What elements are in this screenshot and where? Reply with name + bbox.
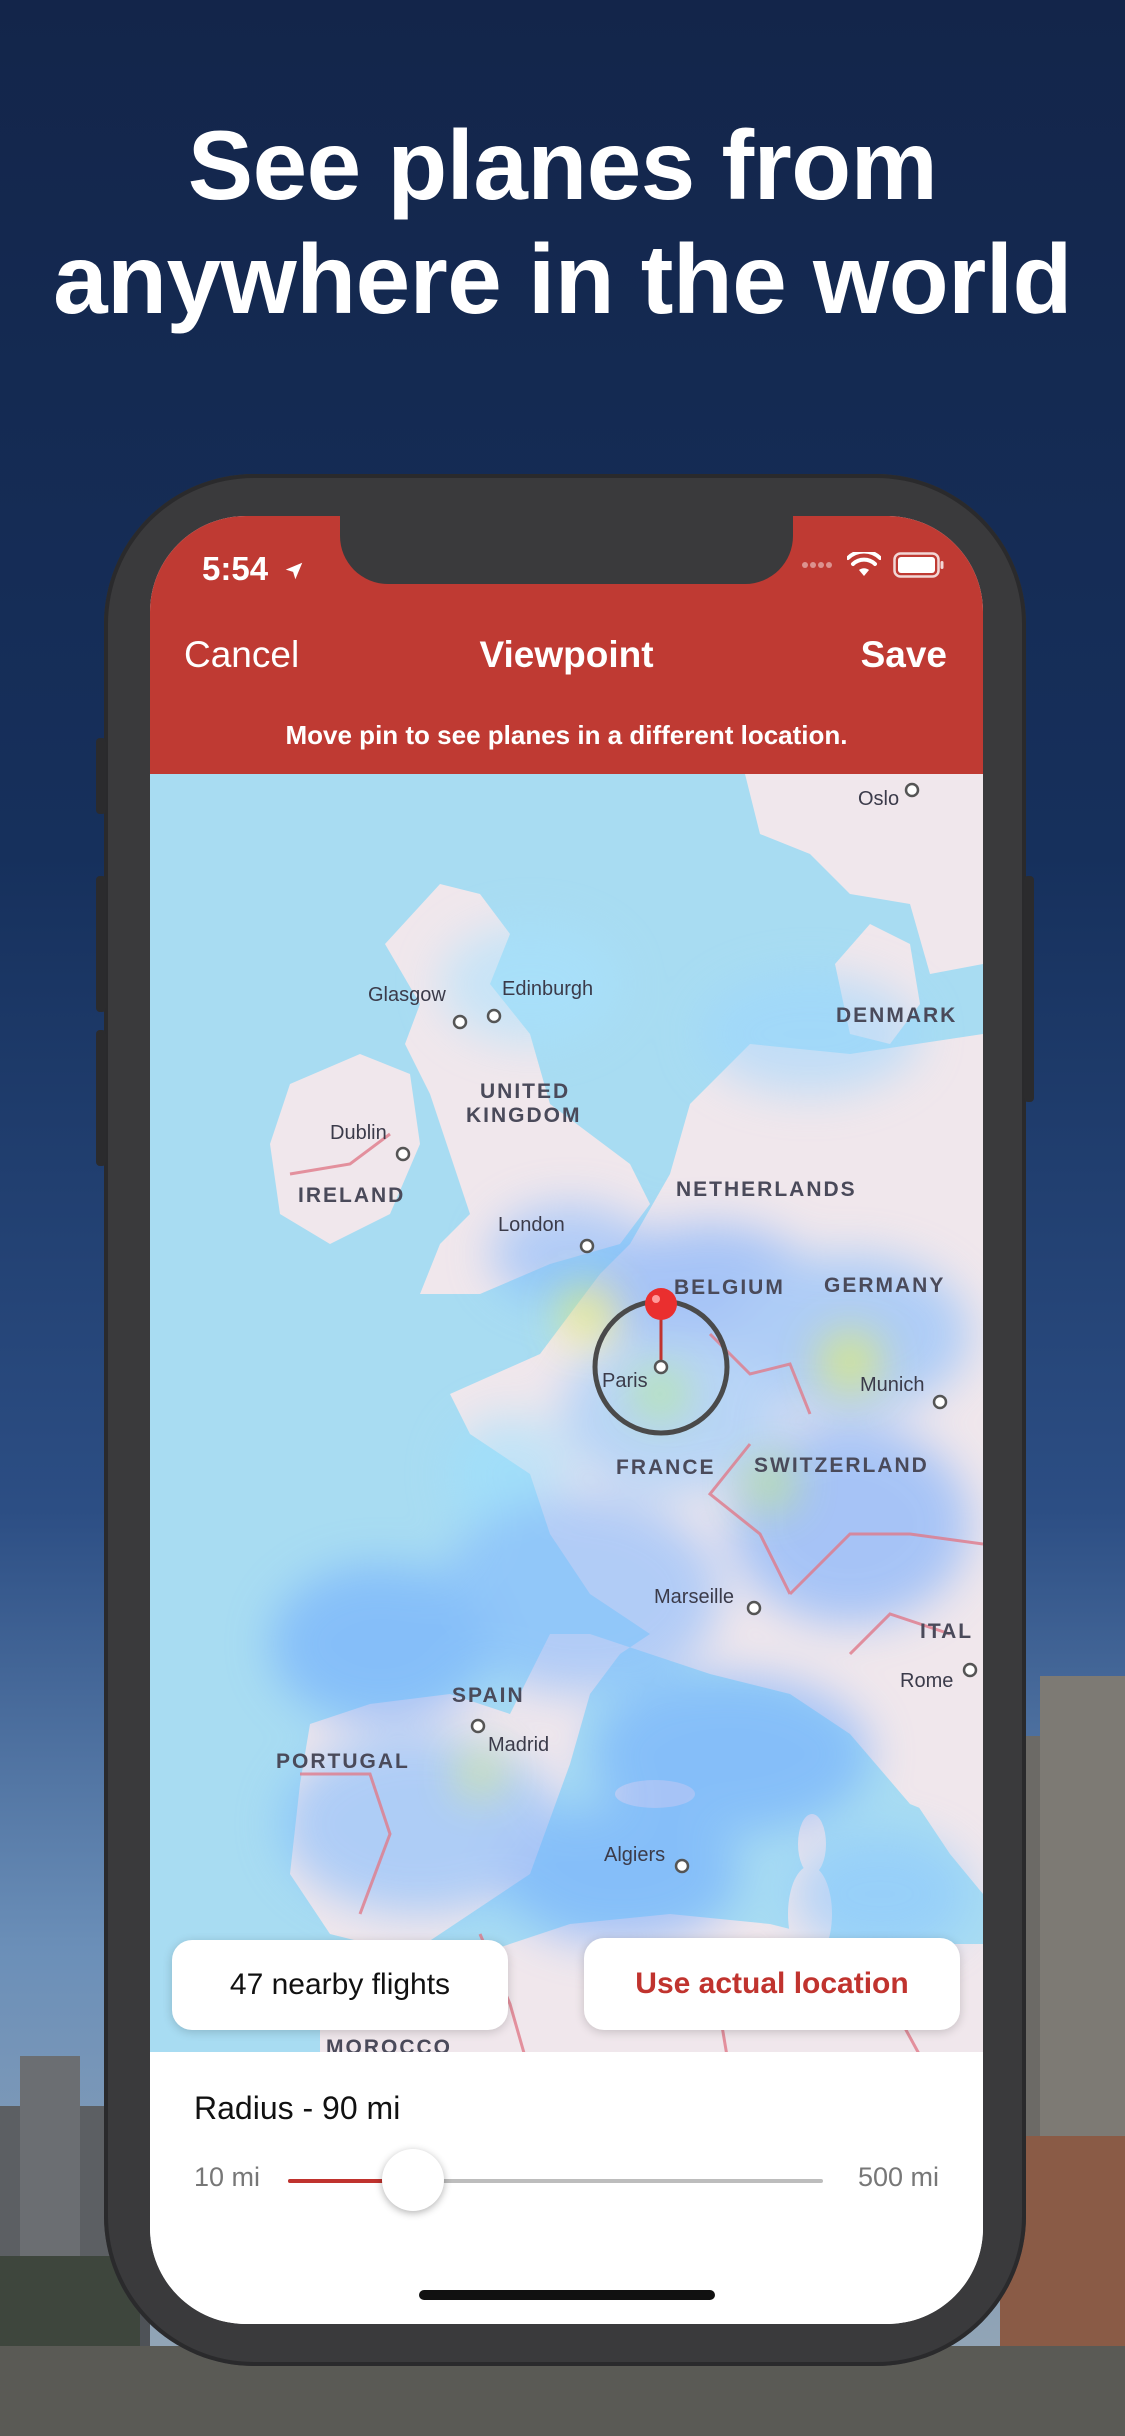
status-icons <box>801 552 945 578</box>
slider-max-label: 500 mi <box>857 2162 939 2192</box>
wifi-icon <box>847 552 881 576</box>
radius-panel: Radius - 90 mi 10 mi 500 mi <box>150 2052 983 2324</box>
status-time-text: 5:54 <box>202 550 269 587</box>
volume-up-button <box>96 876 106 1012</box>
header-bar: 5:54 Cancel Viewpoint Save Move pin to s… <box>150 516 983 774</box>
home-indicator[interactable] <box>419 2290 715 2300</box>
slider-min-label: 10 mi <box>194 2162 261 2192</box>
nav-title: Viewpoint <box>479 634 654 675</box>
marketing-headline: See planes from anywhere in the world <box>0 108 1125 336</box>
map-pin-icon[interactable] <box>645 1288 677 1320</box>
instruction-text: Move pin to see planes in a different lo… <box>285 720 848 750</box>
volume-down-button <box>96 1030 106 1166</box>
headline-line-2: anywhere in the world <box>53 224 1072 334</box>
use-actual-location-button[interactable]: Use actual location <box>584 1938 960 2030</box>
viewpoint-pin-group[interactable] <box>150 774 983 2074</box>
radius-slider[interactable] <box>288 2149 823 2211</box>
phone-notch <box>340 516 793 584</box>
status-time: 5:54 <box>202 550 305 588</box>
use-actual-location-label: Use actual location <box>635 1967 909 2000</box>
nearby-flights-label: 47 nearby flights <box>229 1968 451 2001</box>
radius-label: Radius - 90 mi <box>194 2090 401 2126</box>
headline-line-1: See planes from <box>187 110 938 220</box>
nearby-flights-card[interactable]: 47 nearby flights <box>172 1940 508 2030</box>
battery-icon <box>893 552 944 578</box>
navigation-bar: Cancel Viewpoint Save <box>150 634 983 694</box>
map-pin-highlight <box>652 1295 660 1303</box>
location-arrow-icon <box>285 563 303 580</box>
app-store-screenshot: See planes from anywhere in the world Os… <box>0 0 1125 2436</box>
signal-icon <box>802 562 832 568</box>
pin-anchor-dot <box>653 1359 669 1375</box>
save-button[interactable]: Save <box>861 634 947 676</box>
radius-slider-thumb[interactable] <box>382 2149 445 2211</box>
phone-screen: Oslo Glasgow Edinburgh Dublin London Par… <box>150 516 983 2324</box>
map-view[interactable]: Oslo Glasgow Edinburgh Dublin London Par… <box>150 774 983 2075</box>
mute-switch <box>96 738 106 814</box>
power-button <box>1024 876 1034 1102</box>
